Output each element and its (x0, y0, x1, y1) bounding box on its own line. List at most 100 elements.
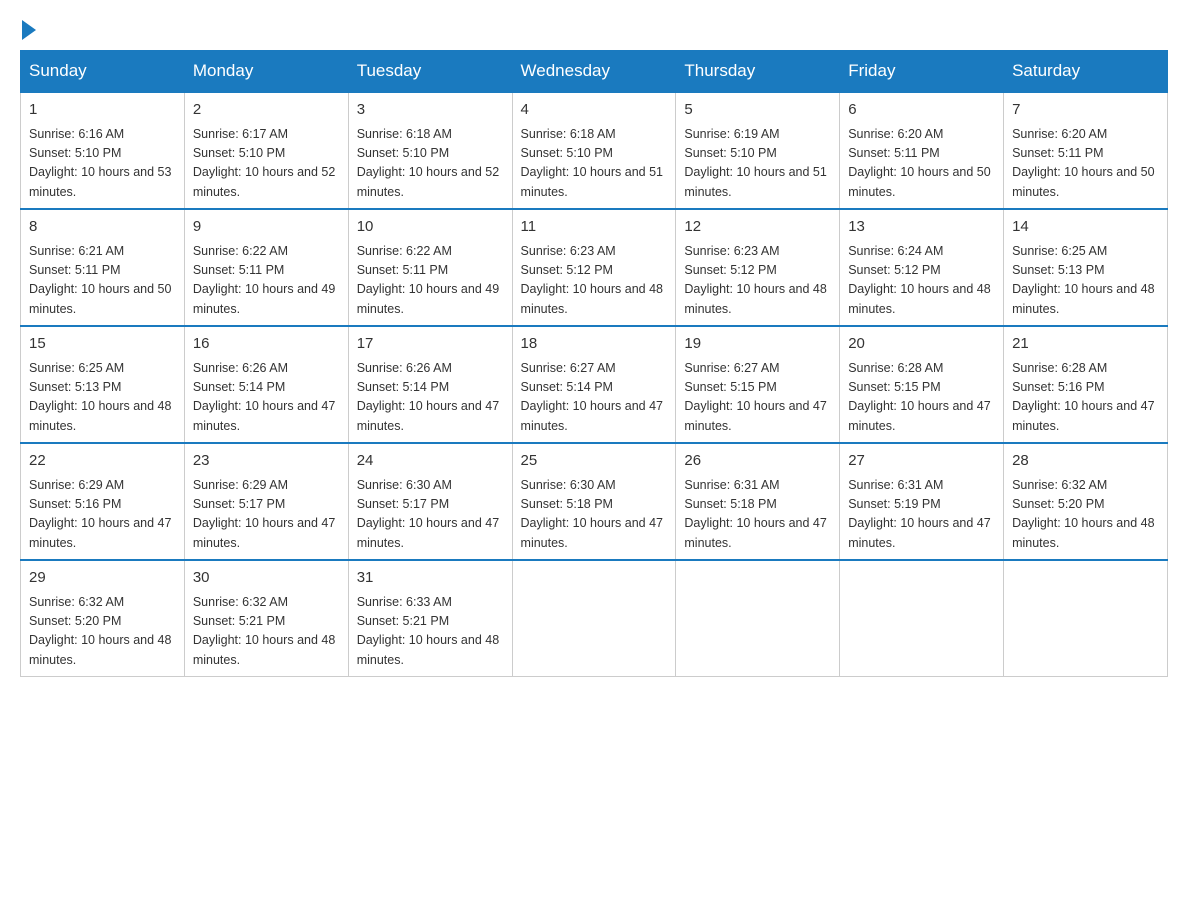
day-number: 12 (684, 216, 831, 239)
day-cell-1: 1Sunrise: 6:16 AMSunset: 5:10 PMDaylight… (21, 92, 185, 209)
day-info: Sunrise: 6:18 AMSunset: 5:10 PMDaylight:… (357, 125, 504, 203)
day-cell-2: 2Sunrise: 6:17 AMSunset: 5:10 PMDaylight… (184, 92, 348, 209)
day-cell-6: 6 Sunrise: 6:20 AMSunset: 5:11 PMDaylight… (840, 92, 1004, 209)
day-number: 31 (357, 567, 504, 590)
day-info: Sunrise: 6:27 AMSunset: 5:15 PMDaylight:… (684, 359, 831, 437)
weekday-header-monday: Monday (184, 51, 348, 93)
week-row-1: 1Sunrise: 6:16 AMSunset: 5:10 PMDaylight… (21, 92, 1168, 209)
day-number: 6 (848, 99, 995, 122)
day-info: Sunrise: 6:19 AMSunset: 5:10 PMDaylight:… (684, 125, 831, 203)
empty-cell (512, 560, 676, 677)
day-cell-28: 28 Sunrise: 6:32 AMSunset: 5:20 PMDayligh… (1004, 443, 1168, 560)
day-number: 20 (848, 333, 995, 356)
day-number: 26 (684, 450, 831, 473)
day-number: 24 (357, 450, 504, 473)
day-cell-27: 27 Sunrise: 6:31 AMSunset: 5:19 PMDayligh… (840, 443, 1004, 560)
logo (20, 20, 38, 40)
day-number: 15 (29, 333, 176, 356)
day-cell-9: 9 Sunrise: 6:22 AMSunset: 5:11 PMDaylight… (184, 209, 348, 326)
empty-cell (840, 560, 1004, 677)
day-cell-25: 25 Sunrise: 6:30 AMSunset: 5:18 PMDayligh… (512, 443, 676, 560)
day-info: Sunrise: 6:30 AMSunset: 5:17 PMDaylight:… (357, 476, 504, 554)
day-info: Sunrise: 6:30 AMSunset: 5:18 PMDaylight:… (521, 476, 668, 554)
day-cell-19: 19Sunrise: 6:27 AMSunset: 5:15 PMDayligh… (676, 326, 840, 443)
day-cell-12: 12 Sunrise: 6:23 AMSunset: 5:12 PMDayligh… (676, 209, 840, 326)
day-cell-31: 31 Sunrise: 6:33 AMSunset: 5:21 PMDayligh… (348, 560, 512, 677)
day-number: 17 (357, 333, 504, 356)
day-cell-7: 7 Sunrise: 6:20 AMSunset: 5:11 PMDaylight… (1004, 92, 1168, 209)
day-info: Sunrise: 6:23 AMSunset: 5:12 PMDaylight:… (684, 242, 831, 320)
day-number: 29 (29, 567, 176, 590)
day-cell-23: 23Sunrise: 6:29 AMSunset: 5:17 PMDayligh… (184, 443, 348, 560)
day-info: Sunrise: 6:20 AMSunset: 5:11 PMDaylight:… (1012, 125, 1159, 203)
day-cell-11: 11 Sunrise: 6:23 AMSunset: 5:12 PMDayligh… (512, 209, 676, 326)
day-number: 16 (193, 333, 340, 356)
day-info: Sunrise: 6:21 AMSunset: 5:11 PMDaylight:… (29, 242, 176, 320)
day-info: Sunrise: 6:20 AMSunset: 5:11 PMDaylight:… (848, 125, 995, 203)
day-cell-8: 8 Sunrise: 6:21 AMSunset: 5:11 PMDaylight… (21, 209, 185, 326)
day-cell-3: 3 Sunrise: 6:18 AMSunset: 5:10 PMDaylight… (348, 92, 512, 209)
day-cell-26: 26 Sunrise: 6:31 AMSunset: 5:18 PMDayligh… (676, 443, 840, 560)
day-info: Sunrise: 6:22 AMSunset: 5:11 PMDaylight:… (193, 242, 340, 320)
day-cell-13: 13 Sunrise: 6:24 AMSunset: 5:12 PMDayligh… (840, 209, 1004, 326)
day-cell-21: 21 Sunrise: 6:28 AMSunset: 5:16 PMDayligh… (1004, 326, 1168, 443)
day-cell-30: 30 Sunrise: 6:32 AMSunset: 5:21 PMDayligh… (184, 560, 348, 677)
day-number: 13 (848, 216, 995, 239)
day-info: Sunrise: 6:31 AMSunset: 5:18 PMDaylight:… (684, 476, 831, 554)
day-number: 27 (848, 450, 995, 473)
day-info: Sunrise: 6:18 AMSunset: 5:10 PMDaylight:… (521, 125, 668, 203)
day-cell-10: 10Sunrise: 6:22 AMSunset: 5:11 PMDayligh… (348, 209, 512, 326)
week-row-5: 29 Sunrise: 6:32 AMSunset: 5:20 PMDayligh… (21, 560, 1168, 677)
weekday-header-tuesday: Tuesday (348, 51, 512, 93)
day-cell-20: 20 Sunrise: 6:28 AMSunset: 5:15 PMDayligh… (840, 326, 1004, 443)
day-info: Sunrise: 6:16 AMSunset: 5:10 PMDaylight:… (29, 125, 176, 203)
day-info: Sunrise: 6:23 AMSunset: 5:12 PMDaylight:… (521, 242, 668, 320)
day-number: 7 (1012, 99, 1159, 122)
day-number: 8 (29, 216, 176, 239)
day-number: 10 (357, 216, 504, 239)
day-cell-15: 15 Sunrise: 6:25 AMSunset: 5:13 PMDayligh… (21, 326, 185, 443)
day-number: 5 (684, 99, 831, 122)
day-info: Sunrise: 6:25 AMSunset: 5:13 PMDaylight:… (29, 359, 176, 437)
day-number: 2 (193, 99, 340, 122)
weekday-header-sunday: Sunday (21, 51, 185, 93)
day-info: Sunrise: 6:26 AMSunset: 5:14 PMDaylight:… (193, 359, 340, 437)
day-cell-5: 5 Sunrise: 6:19 AMSunset: 5:10 PMDaylight… (676, 92, 840, 209)
day-number: 23 (193, 450, 340, 473)
day-cell-4: 4 Sunrise: 6:18 AMSunset: 5:10 PMDaylight… (512, 92, 676, 209)
day-info: Sunrise: 6:25 AMSunset: 5:13 PMDaylight:… (1012, 242, 1159, 320)
day-number: 11 (521, 216, 668, 239)
day-info: Sunrise: 6:29 AMSunset: 5:16 PMDaylight:… (29, 476, 176, 554)
weekday-header-thursday: Thursday (676, 51, 840, 93)
day-info: Sunrise: 6:28 AMSunset: 5:16 PMDaylight:… (1012, 359, 1159, 437)
day-info: Sunrise: 6:28 AMSunset: 5:15 PMDaylight:… (848, 359, 995, 437)
day-cell-16: 16 Sunrise: 6:26 AMSunset: 5:14 PMDayligh… (184, 326, 348, 443)
day-number: 25 (521, 450, 668, 473)
day-cell-24: 24 Sunrise: 6:30 AMSunset: 5:17 PMDayligh… (348, 443, 512, 560)
week-row-3: 15 Sunrise: 6:25 AMSunset: 5:13 PMDayligh… (21, 326, 1168, 443)
day-info: Sunrise: 6:24 AMSunset: 5:12 PMDaylight:… (848, 242, 995, 320)
logo-arrow-icon (22, 20, 36, 40)
day-number: 21 (1012, 333, 1159, 356)
day-info: Sunrise: 6:32 AMSunset: 5:21 PMDaylight:… (193, 593, 340, 671)
week-row-4: 22 Sunrise: 6:29 AMSunset: 5:16 PMDayligh… (21, 443, 1168, 560)
day-number: 4 (521, 99, 668, 122)
day-info: Sunrise: 6:32 AMSunset: 5:20 PMDaylight:… (29, 593, 176, 671)
day-number: 28 (1012, 450, 1159, 473)
day-info: Sunrise: 6:26 AMSunset: 5:14 PMDaylight:… (357, 359, 504, 437)
day-info: Sunrise: 6:32 AMSunset: 5:20 PMDaylight:… (1012, 476, 1159, 554)
weekday-header-friday: Friday (840, 51, 1004, 93)
weekday-header-saturday: Saturday (1004, 51, 1168, 93)
calendar-table: SundayMondayTuesdayWednesdayThursdayFrid… (20, 50, 1168, 677)
day-info: Sunrise: 6:31 AMSunset: 5:19 PMDaylight:… (848, 476, 995, 554)
empty-cell (676, 560, 840, 677)
day-number: 22 (29, 450, 176, 473)
day-number: 30 (193, 567, 340, 590)
day-info: Sunrise: 6:33 AMSunset: 5:21 PMDaylight:… (357, 593, 504, 671)
day-number: 9 (193, 216, 340, 239)
day-cell-17: 17 Sunrise: 6:26 AMSunset: 5:14 PMDayligh… (348, 326, 512, 443)
day-cell-14: 14Sunrise: 6:25 AMSunset: 5:13 PMDayligh… (1004, 209, 1168, 326)
week-row-2: 8 Sunrise: 6:21 AMSunset: 5:11 PMDaylight… (21, 209, 1168, 326)
weekday-header-wednesday: Wednesday (512, 51, 676, 93)
day-number: 3 (357, 99, 504, 122)
